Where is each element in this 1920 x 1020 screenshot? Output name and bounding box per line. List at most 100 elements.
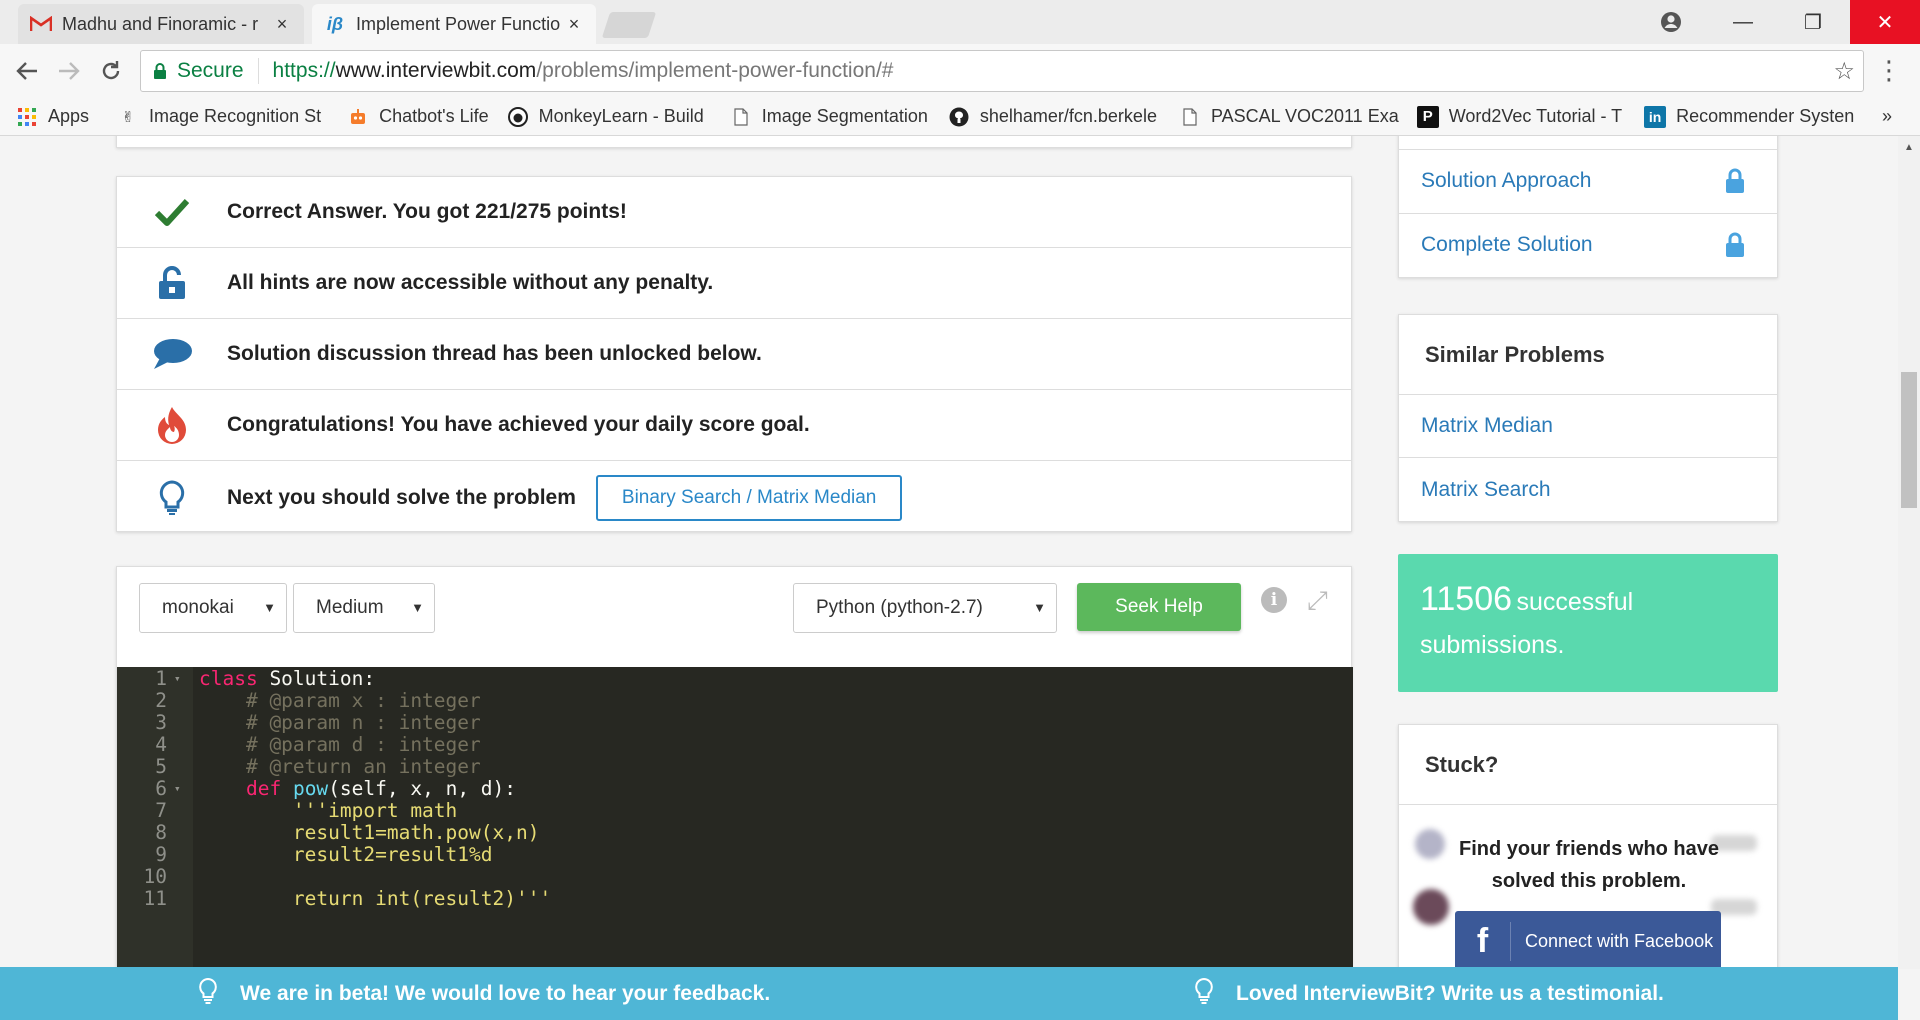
- similar-problems-card: Similar Problems Matrix Median Matrix Se…: [1398, 314, 1778, 522]
- bookmark-apps[interactable]: Apps: [16, 106, 89, 128]
- line-number: 2: [155, 688, 167, 712]
- fold-arrow-icon[interactable]: ▾: [171, 672, 193, 685]
- forward-button[interactable]: [50, 52, 88, 90]
- restore-button[interactable]: ❐: [1782, 0, 1844, 44]
- address-bar-row: Secure https://www.interviewbit.com/prob…: [0, 44, 1920, 98]
- bookmark-image-segmentation[interactable]: Image Segmentation: [730, 106, 928, 128]
- code-line[interactable]: 1 ▾ class Solution:: [117, 666, 1353, 690]
- profile-icon[interactable]: [1640, 0, 1702, 44]
- connect-facebook-button[interactable]: f Connect with Facebook: [1455, 911, 1721, 971]
- code-token: (self, x, n, d):: [328, 776, 517, 800]
- code-line[interactable]: 11 return int(result2)''': [117, 887, 1353, 910]
- browser-menu-icon[interactable]: ⋮: [1876, 56, 1902, 84]
- result-text: Correct Answer. You got 221/275 points!: [227, 200, 627, 223]
- info-icon[interactable]: i: [1261, 587, 1287, 613]
- close-tab-icon[interactable]: ×: [564, 14, 584, 35]
- page-icon: [730, 106, 752, 128]
- code-line[interactable]: 7 '''import math: [117, 799, 1353, 822]
- browser-tab-strip: Madhu and Finoramic - r × iβ Implement P…: [0, 0, 1920, 44]
- code-line[interactable]: 5 # @return an integer: [117, 755, 1353, 778]
- seek-help-button[interactable]: Seek Help: [1077, 583, 1241, 631]
- bookmark-star-icon[interactable]: ☆: [1833, 57, 1855, 86]
- language-select[interactable]: Python (python-2.7) ▼: [793, 583, 1057, 633]
- line-number: 8: [155, 820, 167, 844]
- next-problem-button[interactable]: Binary Search / Matrix Median: [595, 474, 903, 521]
- beta-feedback-text: We are in beta! We would love to hear yo…: [240, 981, 771, 1005]
- bookmark-monkeylearn[interactable]: MonkeyLearn - Build: [507, 106, 704, 128]
- scroll-up-arrow-icon[interactable]: ▲: [1904, 142, 1914, 153]
- code-line[interactable]: 10: [117, 865, 1353, 888]
- close-window-button[interactable]: ✕: [1850, 0, 1920, 44]
- lock-icon: [1725, 232, 1745, 264]
- linkedin-icon: in: [1644, 105, 1667, 128]
- code-line[interactable]: 2 # @param x : integer: [117, 688, 1353, 712]
- code-text: # @return an integer: [193, 755, 481, 778]
- code-line[interactable]: 9 result2=result1%d: [117, 843, 1353, 866]
- code-token: # @param x : integer: [199, 688, 481, 712]
- reload-button[interactable]: [92, 52, 130, 90]
- similar-problem-link[interactable]: Matrix Median: [1399, 395, 1777, 458]
- github-icon: [948, 106, 970, 128]
- bookmark-label: Apps: [48, 106, 90, 126]
- font-size-select[interactable]: Medium ▼: [293, 583, 435, 633]
- bookmark-label: Image Recognition St: [149, 106, 322, 126]
- browser-tab-interviewbit[interactable]: iβ Implement Power Functio ×: [312, 4, 596, 44]
- back-button[interactable]: [8, 52, 46, 90]
- more-bookmarks-button[interactable]: »: [1882, 106, 1892, 127]
- find-friends-text: Find your friends who have solved this p…: [1458, 838, 1720, 892]
- code-line[interactable]: 6 ▾ def pow(self, x, n, d):: [117, 776, 1353, 800]
- theme-select[interactable]: monokai ▼: [139, 583, 287, 633]
- minimize-button[interactable]: —: [1712, 0, 1774, 44]
- secure-indicator[interactable]: Secure: [141, 58, 259, 84]
- chat-bubble-icon: [117, 338, 227, 370]
- bookmark-pascal-voc[interactable]: PASCAL VOC2011 Exa: [1179, 106, 1399, 128]
- code-text: return int(result2)''': [193, 887, 551, 910]
- problem-card-bottom: [116, 136, 1352, 148]
- code-text: # @param d : integer: [193, 733, 481, 756]
- close-tab-icon[interactable]: ×: [272, 14, 292, 35]
- code-line[interactable]: 4 # @param d : integer: [117, 732, 1353, 756]
- url-input[interactable]: Secure https://www.interviewbit.com/prob…: [140, 50, 1864, 92]
- page-scrollbar[interactable]: ▲: [1898, 136, 1920, 969]
- scrollbar-thumb[interactable]: [1901, 372, 1917, 508]
- browser-tab-gmail[interactable]: Madhu and Finoramic - r ×: [18, 4, 304, 44]
- interviewbit-icon: iβ: [326, 13, 344, 34]
- fold-arrow-icon[interactable]: ▾: [171, 782, 193, 795]
- result-text: Next you should solve the problem: [227, 485, 576, 509]
- chevron-down-icon: ▼: [263, 600, 276, 615]
- gmail-icon: [30, 13, 52, 35]
- bookmark-word2vec[interactable]: P Word2Vec Tutorial - T: [1416, 105, 1623, 128]
- stuck-title: Stuck?: [1399, 725, 1777, 805]
- code-line[interactable]: 8 result1=math.pow(x,n): [117, 820, 1353, 844]
- code-editor-panel: monokai ▼ Medium ▼ Python (python-2.7) ▼…: [116, 566, 1353, 1020]
- bookmark-label: Recommender Systen: [1676, 106, 1855, 126]
- line-number: 4: [155, 732, 167, 756]
- bookmark-label: Word2Vec Tutorial - T: [1448, 106, 1623, 126]
- link-label: Complete Solution: [1421, 233, 1593, 256]
- code-line[interactable]: 3 # @param n : integer: [117, 711, 1353, 734]
- code-text: # @param n : integer: [193, 711, 481, 734]
- code-token: # @param n : integer: [199, 710, 481, 734]
- fullscreen-expand-icon[interactable]: ⤢: [1307, 585, 1328, 617]
- solution-approach-link[interactable]: Solution Approach: [1399, 149, 1777, 212]
- complete-solution-link[interactable]: Complete Solution: [1399, 213, 1777, 276]
- beta-feedback-link[interactable]: We are in beta! We would love to hear yo…: [198, 967, 770, 1020]
- facebook-button-label: Connect with Facebook: [1525, 930, 1714, 951]
- code-token: def: [245, 776, 282, 800]
- bookmark-chatbots-life[interactable]: Chatbot's Life: [347, 106, 489, 128]
- chevron-down-icon: ▼: [411, 600, 424, 615]
- theme-value: monokai: [162, 597, 234, 618]
- bookmark-label: PASCAL VOC2011 Exa: [1210, 106, 1399, 126]
- similar-problem-link[interactable]: Matrix Search: [1399, 458, 1777, 521]
- bookmark-recommender[interactable]: in Recommender Systen: [1644, 105, 1855, 128]
- padlock-icon: [154, 63, 166, 79]
- testimonial-link[interactable]: Loved InterviewBit? Write us a testimoni…: [1194, 967, 1664, 1020]
- lightbulb-icon: [198, 977, 218, 1011]
- bookmark-image-recognition[interactable]: ✌ Image Recognition St: [117, 106, 321, 128]
- code-token: class: [199, 666, 258, 690]
- new-tab-button[interactable]: [601, 12, 657, 38]
- bookmark-fcn-berkeley[interactable]: shelhamer/fcn.berkele: [948, 106, 1157, 128]
- fire-icon: [117, 406, 227, 444]
- code-text: '''import math: [193, 799, 457, 822]
